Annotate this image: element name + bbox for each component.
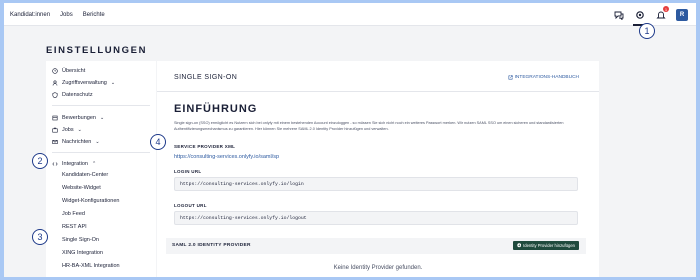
integration-manual-link[interactable]: INTEGRATIONS-HANDBUCH (508, 75, 579, 80)
sidebar-item-label: Datenschutz (62, 91, 93, 98)
top-nav: Kandidat:innen Jobs Berichte (10, 3, 105, 26)
sidebar-item-label: Bewerbungen (62, 114, 96, 121)
sidebar-subitem-website-widget[interactable]: Website-Widget (62, 185, 101, 191)
sidebar-item-messages[interactable]: Nachrichten ⌄ (52, 137, 100, 146)
sidebar-item-applications[interactable]: Bewerbungen ⌄ (52, 113, 104, 122)
chevron-down-icon: ⌄ (110, 79, 116, 86)
sidebar-subitem-candidate-center[interactable]: Kandidaten-Center (62, 172, 108, 178)
integration-manual-label: INTEGRATIONS-HANDBUCH (514, 75, 579, 80)
sp-xml-label: SERVICE PROVIDER XML (174, 144, 236, 149)
bell-icon[interactable]: 1 (655, 6, 669, 20)
sidebar-subitem-single-sign-on[interactable]: Single Sign-On (62, 237, 99, 243)
top-icons: 1 R (613, 3, 688, 26)
settings-sidebar: Übersicht Zugriffsverwaltung ⌄ Datenschu… (46, 61, 156, 277)
sidebar-item-jobs[interactable]: Jobs ⌄ (52, 125, 82, 134)
header-divider (157, 91, 599, 92)
callout-4: 4 (150, 134, 166, 150)
sidebar-subitem-job-feed[interactable]: Job Feed (62, 211, 85, 217)
sso-description: Single sign-on (SSO) ermöglicht es Nutze… (174, 121, 564, 131)
sp-xml-link[interactable]: https://consulting-services.onlyfy.io/sa… (174, 154, 279, 160)
login-url-label: LOGIN URL (174, 169, 202, 174)
chevron-down-icon: ⌄ (99, 114, 105, 121)
external-link-icon (508, 75, 513, 80)
chevron-down-icon: ⌄ (77, 126, 82, 133)
mail-icon (52, 139, 58, 144)
sidebar-item-label: Übersicht (62, 67, 86, 74)
nav-candidates[interactable]: Kandidat:innen (10, 12, 50, 18)
sidebar-item-label: Zugriffsverwaltung (62, 79, 107, 86)
sidebar-item-overview[interactable]: Übersicht (52, 66, 85, 75)
clock-icon (52, 67, 58, 74)
empty-state-text: Keine Identity Provider gefunden. (333, 265, 423, 271)
plus-circle-icon (516, 243, 521, 248)
top-bar: Kandidat:innen Jobs Berichte 1 R (4, 3, 696, 26)
section-heading: EINFÜHRUNG (174, 103, 258, 115)
person-icon (52, 79, 58, 86)
briefcase-icon (52, 127, 58, 133)
sidebar-item-integration[interactable]: Integration ⌃ (52, 159, 96, 168)
nav-reports[interactable]: Berichte (83, 12, 105, 18)
saml-provider-bar: SAML 2.0 IDENTITY PROVIDER Identity Prov… (166, 238, 586, 254)
shield-icon (52, 91, 58, 98)
chevron-up-icon: ⌃ (92, 160, 97, 167)
saml-section-title: SAML 2.0 IDENTITY PROVIDER (172, 243, 251, 248)
sidebar-divider (52, 152, 150, 153)
notification-badge: 1 (663, 6, 669, 12)
callout-3: 3 (32, 229, 48, 245)
sidebar-subitem-widget-config[interactable]: Widget-Konfigurationen (62, 198, 119, 204)
callout-2: 2 (32, 153, 48, 169)
avatar[interactable]: R (676, 8, 688, 21)
logout-url-field[interactable]: https://consulting-services.onlyfy.io/lo… (174, 211, 578, 225)
sidebar-subitem-hr-ba-xml[interactable]: HR-BA-XML Integration (62, 263, 120, 269)
panel-header: SINGLE SIGN-ON (174, 74, 238, 81)
nav-jobs[interactable]: Jobs (60, 12, 73, 18)
sidebar-subitem-rest-api[interactable]: REST API (62, 224, 87, 230)
sidebar-divider (52, 105, 150, 106)
folder-icon (52, 115, 58, 120)
sidebar-item-label: Integration (62, 160, 88, 167)
sidebar-subitem-xing[interactable]: XING Integration (62, 250, 103, 256)
callout-1: 1 (639, 23, 655, 39)
add-identity-provider-label: Identity Provider hinzufügen (523, 243, 575, 248)
sso-panel: SINGLE SIGN-ON INTEGRATIONS-HANDBUCH EIN… (157, 61, 599, 277)
settings-gear-icon[interactable] (633, 9, 646, 26)
sidebar-item-label: Nachrichten (62, 138, 92, 145)
chevron-down-icon: ⌄ (95, 138, 100, 145)
code-icon (52, 161, 58, 166)
login-url-field[interactable]: https://consulting-services.onlyfy.io/lo… (174, 177, 578, 191)
sidebar-item-label: Jobs (62, 126, 74, 133)
add-identity-provider-button[interactable]: Identity Provider hinzufügen (512, 241, 579, 250)
chat-icon[interactable] (613, 9, 624, 20)
logout-url-label: LOGOUT URL (174, 203, 207, 208)
app-window: Kandidat:innen Jobs Berichte 1 R EINSTEL… (4, 3, 696, 277)
sidebar-item-access[interactable]: Zugriffsverwaltung ⌄ (52, 78, 115, 87)
page-title: EINSTELLUNGEN (46, 45, 148, 56)
sidebar-item-privacy[interactable]: Datenschutz (52, 90, 93, 99)
